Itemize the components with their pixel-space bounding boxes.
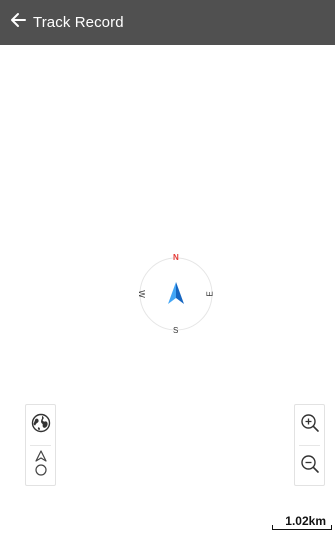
map-scale-bar: 1.02km [272,510,332,530]
back-button[interactable] [9,12,27,33]
globe-button[interactable] [26,405,55,445]
app-bar: Track Record [0,0,335,45]
compass-east-label: E [205,291,215,297]
navigation-arrow-icon [168,282,184,304]
map-layer-controls [25,404,56,486]
compass-south-label: S [173,326,179,335]
zoom-in-button[interactable] [295,405,324,445]
zoom-in-icon [300,413,320,438]
arrow-left-icon [10,12,26,33]
globe-icon [31,413,51,438]
zoom-out-icon [300,454,320,479]
compass[interactable]: N S W E [136,253,215,335]
zoom-controls [294,404,325,486]
zoom-out-button[interactable] [295,446,324,486]
map-scale-line [272,525,332,530]
track-record-screen: Track Record N S W E 1.02km [0,0,335,535]
compass-west-label: W [136,290,146,298]
page-title: Track Record [33,14,124,31]
compass-north-label: N [173,253,179,262]
location-pin-icon [33,449,49,483]
map-view[interactable]: N S W E 1.02km [0,45,335,535]
location-pin-button[interactable] [26,446,55,486]
